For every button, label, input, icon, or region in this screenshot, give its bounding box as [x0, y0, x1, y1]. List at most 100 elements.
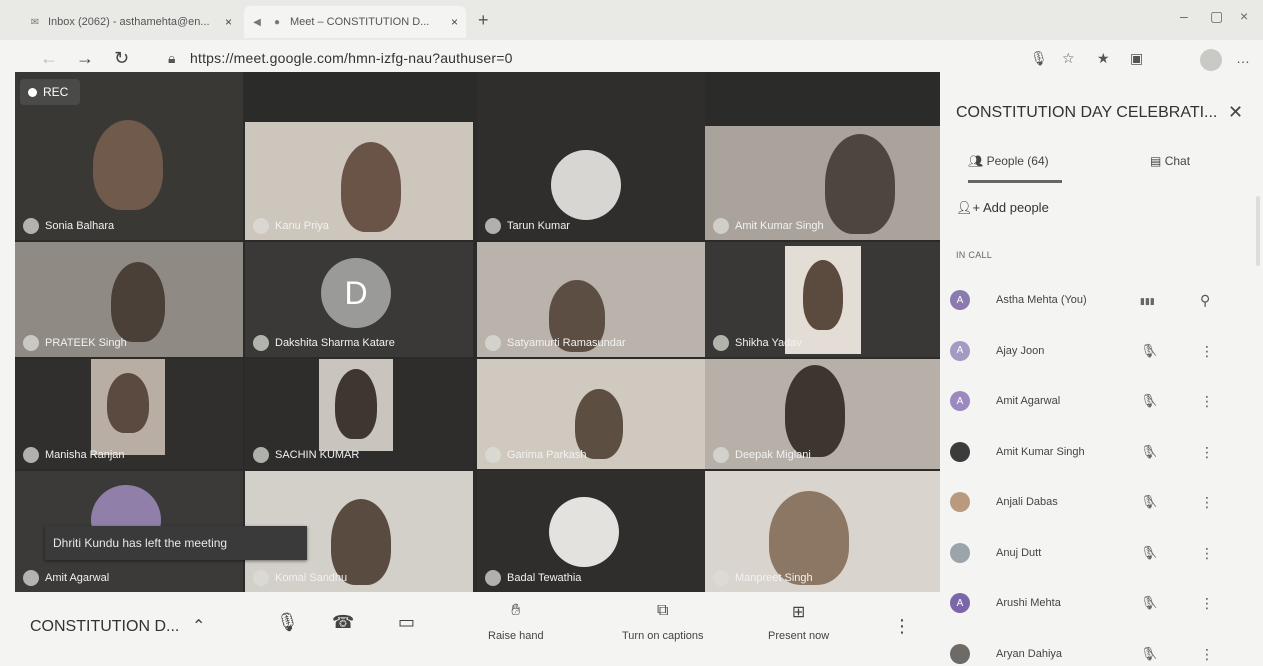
participant-name-label: Komal Sandhu — [253, 570, 347, 586]
reload-icon[interactable]: ↻ — [114, 48, 129, 69]
pin-icon — [253, 218, 269, 234]
active-tab-indicator — [968, 180, 1062, 183]
chevron-up-icon[interactable]: ⌃ — [192, 616, 205, 636]
back-icon[interactable]: ← — [40, 48, 58, 69]
pin-icon — [253, 570, 269, 586]
video-tile[interactable]: SACHIN KUMAR — [245, 359, 473, 469]
profile-avatar[interactable] — [1200, 49, 1222, 71]
minimize-icon[interactable]: – — [1180, 8, 1188, 24]
tab-chat[interactable]: ▤ Chat — [1150, 154, 1190, 168]
video-tile[interactable]: D Dakshita Sharma Katare — [245, 242, 473, 357]
pin-icon — [253, 335, 269, 351]
participant-row[interactable]: Amit Kumar Singh 🎙︎⃥ ⋮ — [942, 434, 1263, 482]
leave-notification-toast: Dhriti Kundu has left the meeting — [45, 526, 307, 560]
leave-call-button[interactable]: ☎ — [332, 612, 354, 633]
present-now-button[interactable]: ⊞ Present now — [768, 602, 829, 642]
video-tile[interactable]: Satyamurti Ramasundar — [477, 242, 705, 357]
muted-mic-icon[interactable]: 🎙︎⃥ — [1140, 444, 1157, 460]
recording-badge: REC — [20, 79, 81, 105]
more-options-icon[interactable]: ⋮ — [893, 616, 911, 637]
tab-close-icon[interactable]: × — [451, 15, 458, 29]
collections-icon[interactable]: ▣ — [1130, 50, 1143, 67]
more-options-icon[interactable]: ⋮ — [1200, 343, 1214, 360]
video-tile[interactable]: Tarun Kumar — [477, 72, 705, 240]
pin-icon — [713, 570, 729, 586]
muted-mic-icon[interactable]: 🎙︎⃥ — [1140, 646, 1157, 662]
video-tile[interactable]: Amit Kumar Singh — [705, 126, 940, 240]
more-options-icon[interactable]: ⋮ — [1200, 595, 1214, 612]
video-tile[interactable]: Garima Parkash — [477, 359, 705, 469]
pin-icon — [23, 570, 39, 586]
add-people-button[interactable]: 👤︎+ Add people — [956, 200, 1049, 216]
maximize-icon[interactable]: ▢ — [1210, 8, 1223, 25]
participant-row[interactable]: A Ajay Joon 🎙︎⃥ ⋮ — [942, 333, 1263, 381]
more-options-icon[interactable]: ⋮ — [1200, 444, 1214, 461]
more-options-icon[interactable]: ⋮ — [1200, 646, 1214, 663]
participant-video — [93, 120, 163, 210]
record-dot-icon — [28, 87, 37, 97]
participant-name-label: Kanu Priya — [253, 218, 329, 234]
participant-row[interactable]: Anuj Dutt 🎙︎⃥ ⋮ — [942, 535, 1263, 583]
microphone-button[interactable]: 🎙︎ — [276, 612, 299, 633]
participant-name-label: Dakshita Sharma Katare — [253, 335, 395, 351]
captions-button[interactable]: ⧉ Turn on captions — [622, 602, 704, 642]
more-options-icon[interactable]: ⋮ — [1200, 545, 1214, 562]
participant-avatar: A — [950, 391, 970, 411]
pin-icon — [713, 447, 729, 463]
tab-people[interactable]: 👥︎ People (64) — [968, 154, 1049, 168]
meet-icon: ● — [273, 16, 281, 28]
panel-title: CONSTITUTION DAY CELEBRATI... — [956, 104, 1218, 121]
participant-name-label: Deepak Miglani — [713, 447, 811, 463]
address-bar: ← → ↻ 🔒︎ https://meet.google.com/hmn-izf… — [0, 40, 1263, 76]
participant-row[interactable]: A Arushi Mehta 🎙︎⃥ ⋮ — [942, 585, 1263, 633]
muted-mic-icon[interactable]: 🎙︎⃥ — [1140, 393, 1157, 409]
url-field[interactable]: https://meet.google.com/hmn-izfg-nau?aut… — [190, 50, 513, 66]
participant-name-label: Garima Parkash — [485, 447, 586, 463]
microphone-indicator-icon[interactable]: 🎙︎ — [1030, 50, 1048, 67]
video-tile[interactable]: Badal Tewathia — [477, 471, 705, 592]
participant-name-label: Amit Kumar Singh — [713, 218, 824, 234]
participant-row[interactable]: A Astha Mehta (You) ▮▮▮ ⚲ — [942, 282, 1263, 330]
participant-avatar — [950, 441, 970, 462]
bookmark-star-icon[interactable]: ☆ — [1062, 50, 1075, 67]
muted-mic-icon[interactable]: 🎙︎⃥ — [1140, 545, 1157, 561]
muted-mic-icon[interactable]: 🎙︎⃥ — [1140, 343, 1157, 359]
muted-mic-icon[interactable]: 🎙︎⃥ — [1140, 494, 1157, 510]
video-tile[interactable]: Manpreet Singh — [705, 471, 940, 592]
muted-mic-icon[interactable]: 🎙︎⃥ — [1140, 595, 1157, 611]
participant-name: Ajay Joon — [996, 344, 1045, 357]
add-person-icon: 👤︎+ — [956, 200, 981, 215]
participant-initial-avatar: D — [321, 258, 391, 328]
close-panel-icon[interactable]: ✕ — [1228, 102, 1243, 123]
video-tile[interactable]: Shikha Yadav — [705, 242, 940, 357]
video-tile[interactable]: Kanu Priya — [245, 122, 473, 240]
participant-row[interactable]: Aryan Dahiya 🎙︎⃥ ⋮ — [942, 636, 1263, 666]
camera-button[interactable]: ▭ — [398, 612, 415, 633]
more-options-icon[interactable]: ⋮ — [1200, 393, 1214, 410]
tab-meet[interactable]: ◀ ● Meet – CONSTITUTION D... × — [244, 6, 466, 38]
forward-icon[interactable]: → — [76, 48, 94, 69]
new-tab-button[interactable]: + — [478, 10, 489, 31]
raise-hand-button[interactable]: ✋︎ Raise hand — [488, 602, 544, 642]
participant-name-label: Manisha Ranjan — [23, 447, 125, 463]
panel-scrollbar[interactable] — [1256, 196, 1260, 266]
hand-icon: ✋︎ — [511, 602, 521, 619]
video-tile[interactable]: Manisha Ranjan — [15, 359, 243, 469]
browser-menu-icon[interactable]: … — [1236, 50, 1250, 66]
meeting-title[interactable]: CONSTITUTION D... — [30, 618, 179, 636]
pin-icon — [23, 447, 39, 463]
audio-level-icon[interactable]: ▮▮▮ — [1140, 296, 1155, 307]
participant-row[interactable]: A Amit Agarwal 🎙︎⃥ ⋮ — [942, 383, 1263, 431]
tab-inbox[interactable]: ✉ Inbox (2062) - asthamehta@en... × — [28, 6, 240, 38]
participant-name-label: PRATEEK Singh — [23, 335, 127, 351]
favorites-icon[interactable]: ★ — [1097, 50, 1110, 67]
video-tile[interactable]: PRATEEK Singh — [15, 242, 243, 357]
video-tile[interactable]: Deepak Miglani — [705, 359, 940, 469]
pin-icon — [713, 218, 729, 234]
more-options-icon[interactable]: ⋮ — [1200, 494, 1214, 511]
participant-row[interactable]: Anjali Dabas 🎙︎⃥ ⋮ — [942, 484, 1263, 532]
close-window-icon[interactable]: × — [1240, 8, 1248, 24]
participant-name-label: Shikha Yadav — [713, 335, 802, 351]
pin-icon[interactable]: ⚲ — [1200, 292, 1210, 309]
tab-close-icon[interactable]: × — [225, 15, 232, 29]
